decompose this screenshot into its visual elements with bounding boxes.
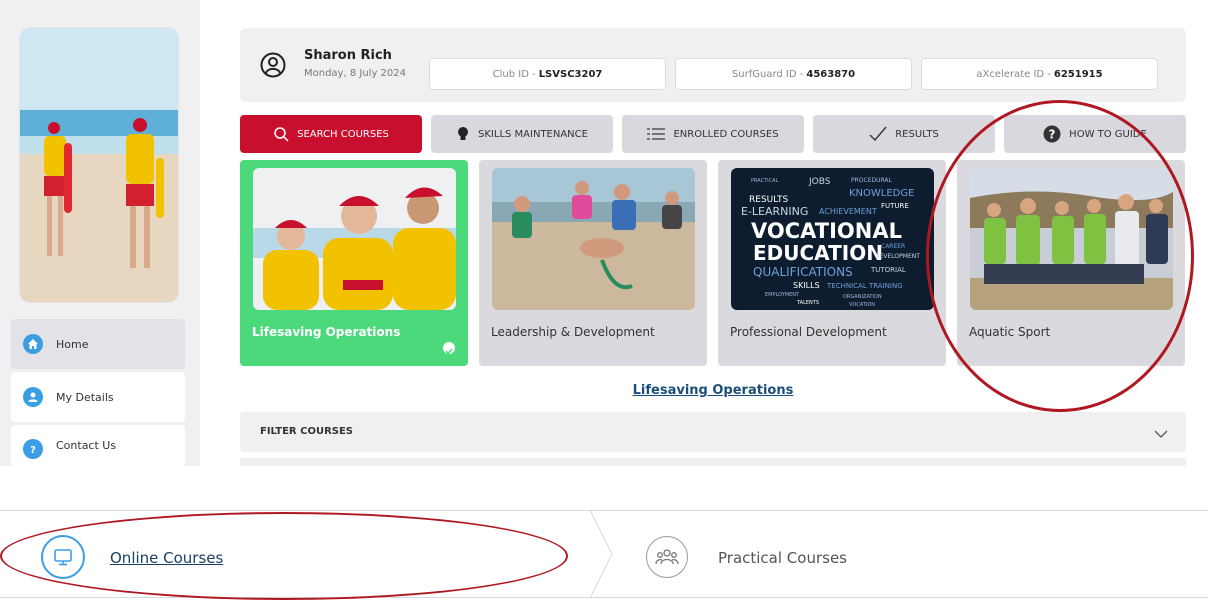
club-id-value: LSVSC3207 <box>538 68 603 80</box>
club-id-label: Club ID - <box>492 68 536 80</box>
sidebar-item-home[interactable]: Home <box>11 319 185 369</box>
selected-category-heading[interactable]: Lifesaving Operations <box>240 383 1186 398</box>
club-id-box: Club ID - LSVSC3207 <box>429 58 666 90</box>
category-title: Professional Development <box>730 325 887 339</box>
filter-label: FILTER COURSES <box>260 426 353 437</box>
step-practical-courses[interactable]: Practical Courses <box>718 549 847 567</box>
word-cloud-word: QUALIFICATIONS <box>753 265 853 279</box>
word-cloud-word: CAREER <box>881 243 905 250</box>
svg-text:?: ? <box>30 445 36 455</box>
word-cloud-word: DEVELOPMENT <box>875 253 920 260</box>
professional-development-image: PRACTICAL JOBS PROCEDURAL RESULTS KNOWLE… <box>731 168 934 310</box>
sidebar-hero-image <box>20 28 178 302</box>
word-cloud-word: PROCEDURAL <box>851 177 893 184</box>
axcelerate-id-label: aXcelerate ID - <box>976 68 1051 80</box>
word-cloud-word: JOBS <box>808 177 831 187</box>
course-list-panel <box>240 458 1186 466</box>
word-cloud-word: ORGANIZATION <box>843 294 882 300</box>
category-card-professional-development[interactable]: PRACTICAL JOBS PROCEDURAL RESULTS KNOWLE… <box>718 160 946 366</box>
word-cloud-word: KNOWLEDGE <box>849 188 914 199</box>
word-cloud-word: TALENTS <box>796 300 819 306</box>
leadership-development-image <box>492 168 695 310</box>
word-cloud-word: ACHIEVEMENT <box>819 207 877 216</box>
word-cloud-word: EDUCATION <box>753 241 883 265</box>
group-icon <box>646 536 688 578</box>
axcelerate-id-box: aXcelerate ID - 6251915 <box>921 58 1158 90</box>
tab-skills-maintenance[interactable]: SKILLS MAINTENANCE <box>431 115 613 153</box>
axcelerate-id-value: 6251915 <box>1053 68 1103 80</box>
sidebar-item-label: Home <box>56 337 89 351</box>
word-cloud-word: FUTURE <box>881 202 909 210</box>
sidebar-item-contact-us[interactable]: ? Contact Us <box>11 425 185 466</box>
surfguard-id-label: SurfGuard ID - <box>731 68 804 80</box>
person-icon <box>23 387 43 407</box>
list-icon <box>647 128 666 140</box>
chevron-down-icon <box>1154 424 1168 443</box>
word-cloud-word: RESULTS <box>749 195 789 205</box>
tab-label: SKILLS MAINTENANCE <box>478 128 588 140</box>
tab-enrolled-courses[interactable]: ENROLLED COURSES <box>622 115 804 153</box>
word-cloud-word: VOCATIONAL <box>751 219 902 243</box>
surfguard-id-value: 4563870 <box>806 68 856 80</box>
category-card-leadership-development[interactable]: Leadership & Development <box>479 160 707 366</box>
question-icon: ? <box>23 439 43 459</box>
word-cloud-word: SKILLS <box>793 281 820 290</box>
tab-label: RESULTS <box>895 128 939 140</box>
filter-courses-accordion[interactable]: FILTER COURSES <box>240 412 1186 452</box>
surfguard-id-box: SurfGuard ID - 4563870 <box>675 58 912 90</box>
word-cloud-word: VOCATION <box>849 302 875 308</box>
tab-label: ENROLLED COURSES <box>673 128 779 140</box>
current-date: Monday, 8 July 2024 <box>304 68 406 79</box>
sidebar-item-label: Contact Us <box>56 439 117 452</box>
category-title: Leadership & Development <box>491 325 655 339</box>
home-icon <box>23 334 43 354</box>
tab-label: SEARCH COURSES <box>297 128 389 140</box>
selected-check-icon <box>443 342 455 355</box>
lightbulb-icon <box>456 126 470 142</box>
category-title: Lifesaving Operations <box>252 325 401 339</box>
word-cloud-word: EMPLOYMENT <box>765 292 800 298</box>
word-cloud-word: E-LEARNING <box>741 205 808 218</box>
word-cloud-word: TECHNICAL TRAINING <box>826 282 903 290</box>
annotation-ellipse-aquatic-sport <box>926 100 1194 412</box>
category-card-lifesaving-operations[interactable]: Lifesaving Operations <box>240 160 468 366</box>
word-cloud-word: TUTORIAL <box>870 266 906 274</box>
user-name: Sharon Rich <box>304 48 392 63</box>
lifesaving-operations-image <box>253 168 456 310</box>
word-cloud-word: PRACTICAL <box>751 178 779 184</box>
user-circle-icon <box>260 52 286 78</box>
annotation-ellipse-online-courses <box>0 512 568 600</box>
check-icon <box>869 126 887 142</box>
sidebar-item-label: My Details <box>56 390 114 404</box>
search-icon <box>273 126 289 142</box>
tab-search-courses[interactable]: SEARCH COURSES <box>240 115 422 153</box>
step-divider-chevron <box>589 510 613 598</box>
sidebar-item-my-details[interactable]: My Details <box>11 372 185 422</box>
